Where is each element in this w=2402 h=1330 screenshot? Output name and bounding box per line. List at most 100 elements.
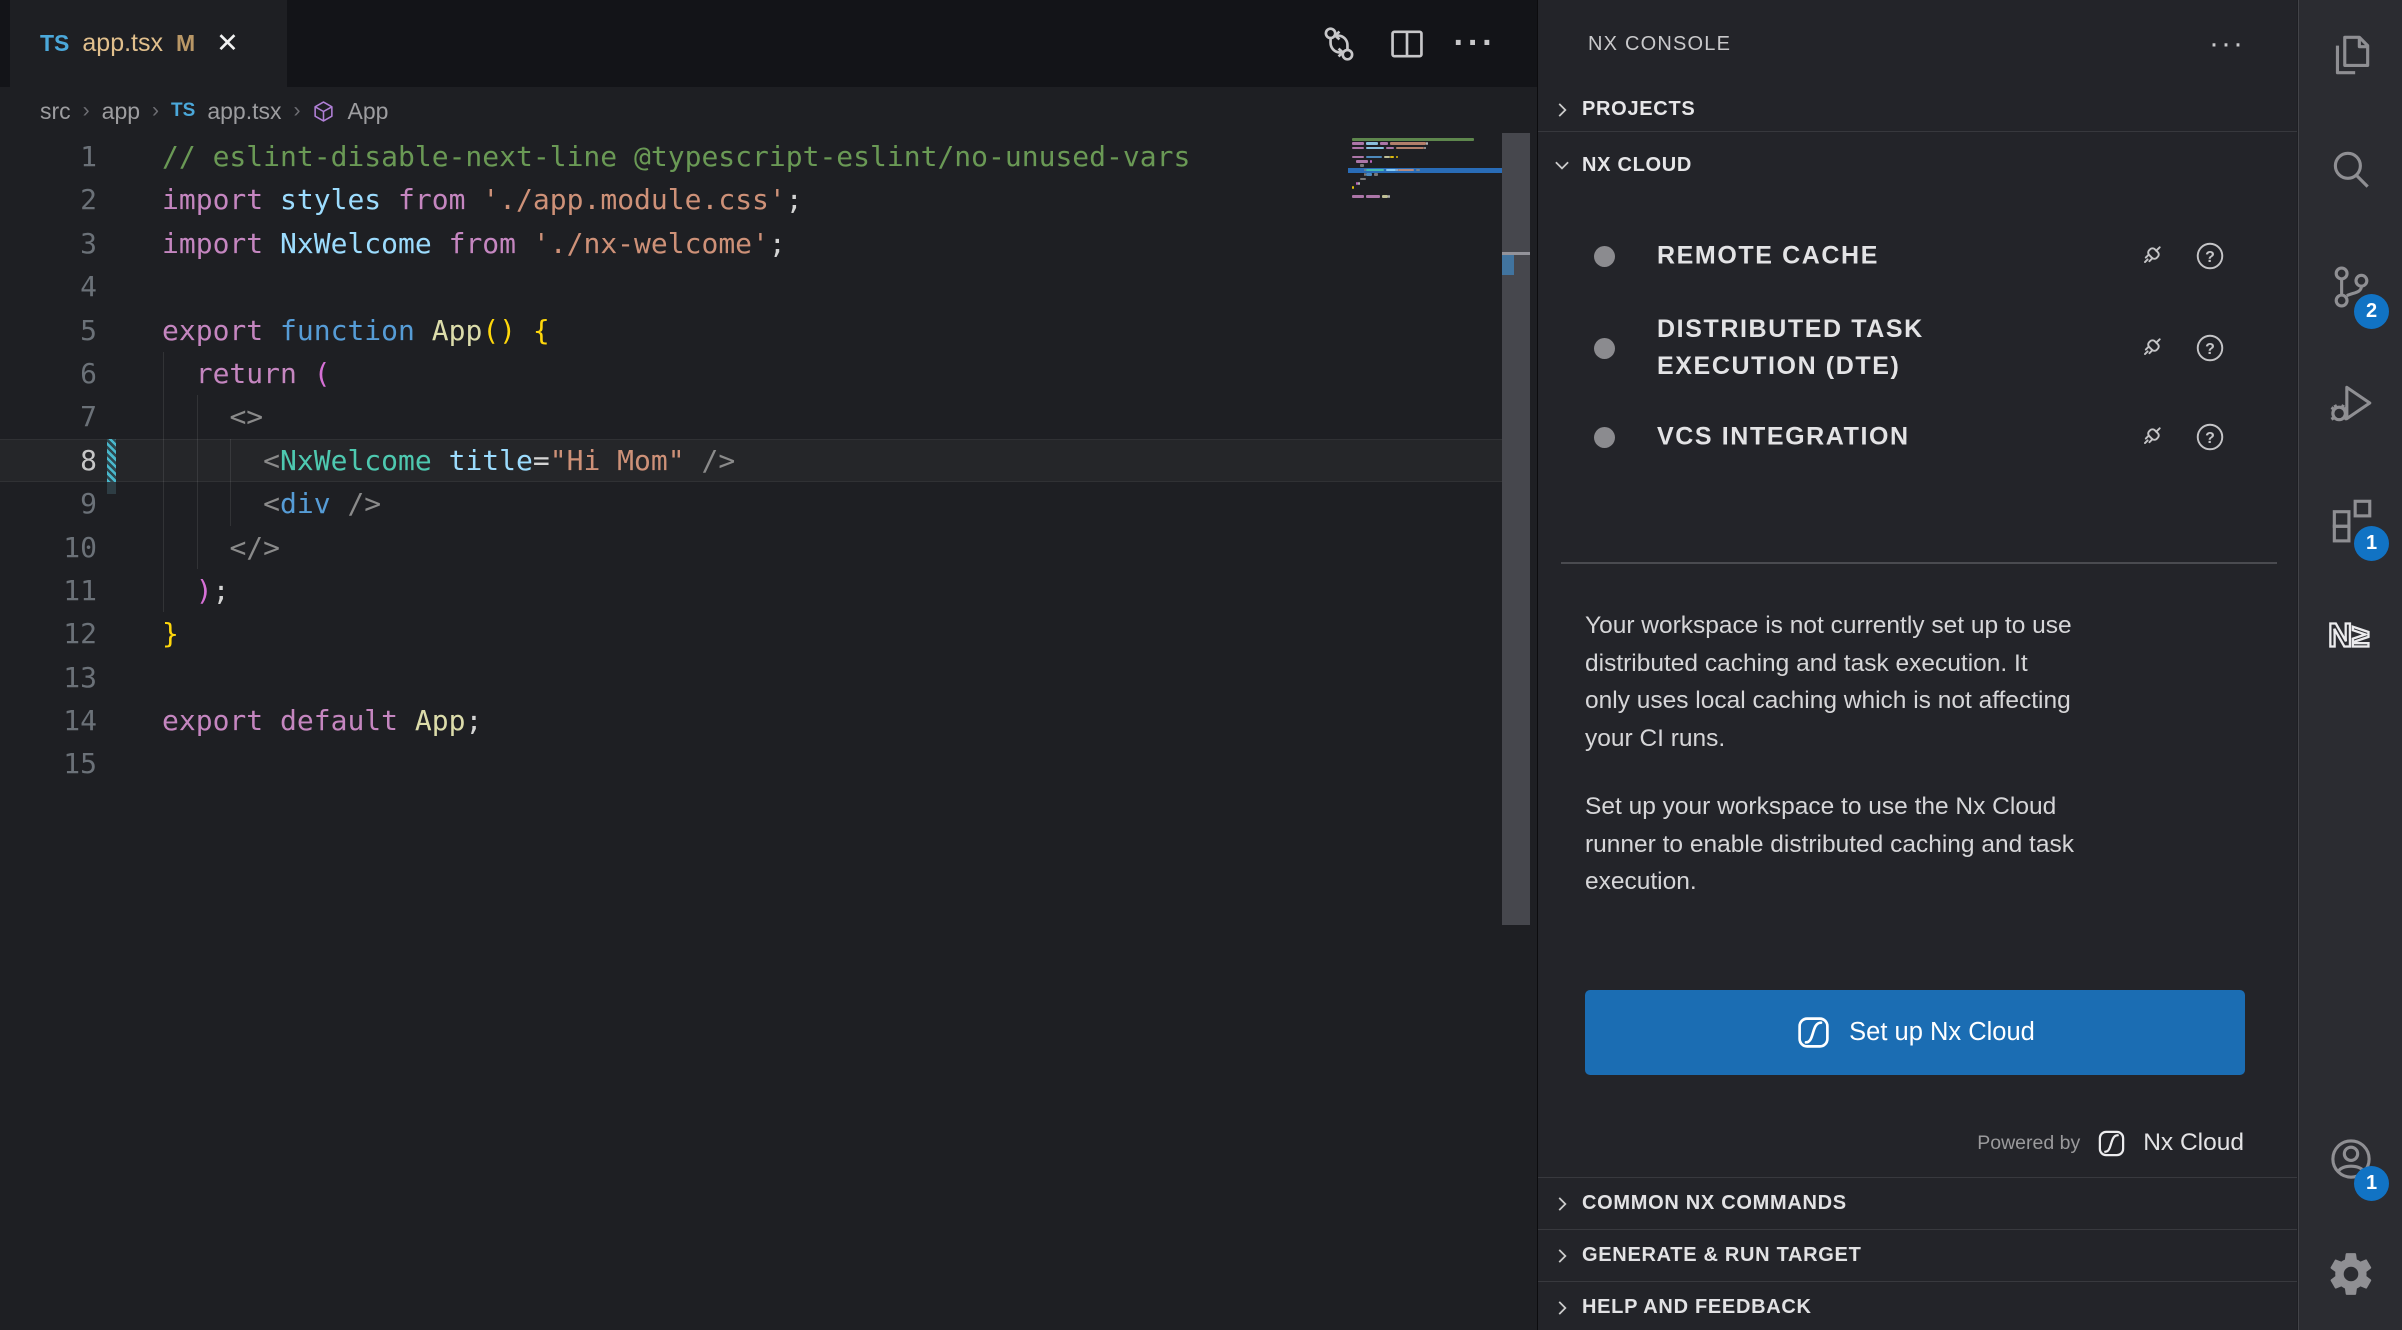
breadcrumb-separator: › — [152, 99, 159, 123]
section-help-and-feedback[interactable]: HELP AND FEEDBACK — [1538, 1281, 2297, 1330]
chevron-down-icon — [1552, 155, 1572, 175]
code-line[interactable]: 2 import styles from './app.module.css'; — [0, 178, 1502, 221]
connect-icon[interactable] — [2135, 240, 2167, 272]
powered-by-nx-cloud[interactable]: Powered by Nx Cloud — [1977, 1122, 2244, 1164]
nx-cloud-logo-icon — [2096, 1128, 2127, 1159]
line-number[interactable]: 13 — [0, 656, 97, 699]
code-text: // eslint-disable-next-line @typescript-… — [162, 135, 1190, 178]
breadcrumb-file[interactable]: app.tsx — [207, 98, 281, 125]
line-number[interactable]: 14 — [0, 699, 97, 742]
split-editor-icon[interactable] — [1385, 22, 1429, 66]
more-actions-icon[interactable]: ··· — [1453, 22, 1497, 66]
connect-icon[interactable] — [2135, 332, 2167, 364]
code-line[interactable]: 7 <> — [0, 395, 1502, 438]
workspace-status-text: Your workspace is not currently set up t… — [1585, 607, 2265, 757]
breadcrumb-symbol[interactable]: App — [347, 98, 388, 125]
line-number[interactable]: 15 — [0, 742, 97, 785]
code-text: <> — [162, 395, 263, 438]
section-projects[interactable]: PROJECTS — [1538, 88, 2297, 132]
line-number[interactable]: 3 — [0, 222, 97, 265]
code-line[interactable]: 13 — [0, 656, 1502, 699]
code-line[interactable]: 15 — [0, 742, 1502, 785]
nx-console-icon[interactable]: N≥ — [2299, 580, 2402, 690]
code-line[interactable]: 3import NxWelcome from './nx-welcome'; — [0, 222, 1502, 265]
section-common-nx-commands[interactable]: COMMON NX COMMANDS — [1538, 1177, 2297, 1229]
line-number[interactable]: 2 — [0, 178, 97, 221]
run-debug-icon[interactable] — [2299, 348, 2402, 458]
code-text: return ( — [162, 352, 331, 395]
extensions-icon[interactable]: 1 — [2299, 464, 2402, 574]
description-line: Set up your workspace to use the Nx Clou… — [1585, 788, 2265, 826]
code-text: </> — [162, 526, 280, 569]
breadcrumb-app[interactable]: app — [102, 98, 140, 125]
code-text: export default App; — [162, 699, 482, 742]
code-line[interactable]: 10 </> — [0, 526, 1502, 569]
code-line[interactable]: 4 — [0, 265, 1502, 308]
source-control-icon[interactable]: 2 — [2299, 232, 2402, 342]
code-editor[interactable]: 1 // eslint-disable-next-line @typescript… — [0, 135, 1537, 1330]
tab-close-icon[interactable]: ✕ — [216, 30, 239, 57]
svg-text:≥: ≥ — [2352, 618, 2369, 653]
line-number[interactable]: 9 — [0, 482, 97, 525]
section-nx-cloud[interactable]: NX CLOUD — [1538, 133, 2297, 197]
indent-guide — [197, 395, 198, 569]
connect-icon[interactable] — [2135, 421, 2167, 453]
open-changes-icon[interactable] — [1317, 22, 1361, 66]
line-number[interactable]: 6 — [0, 352, 97, 395]
code-text: } — [162, 612, 179, 655]
nx-console-panel: NX CONSOLE ··· PROJECTS NX CLOUD REMOTE … — [1537, 0, 2297, 1330]
line-number[interactable]: 1 — [0, 135, 97, 178]
setup-suggestion-text: Set up your workspace to use the Nx Clou… — [1585, 788, 2265, 901]
tab-filename: app.tsx — [82, 29, 163, 58]
panel-more-actions-icon[interactable]: ··· — [2209, 38, 2245, 50]
section-generate-run-target[interactable]: GENERATE & RUN TARGET — [1538, 1229, 2297, 1281]
help-icon[interactable]: ? — [2194, 240, 2226, 272]
description-line: your CI runs. — [1585, 720, 2265, 758]
editor-actions: ··· — [1317, 0, 1497, 87]
settings-icon[interactable] — [2299, 1219, 2402, 1329]
code-line[interactable]: 6 return ( — [0, 352, 1502, 395]
chevron-right-icon — [1552, 100, 1572, 120]
help-icon[interactable]: ? — [2194, 421, 2226, 453]
line-number[interactable]: 11 — [0, 569, 97, 612]
panel-divider — [1561, 562, 2277, 564]
indent-guide — [163, 352, 164, 612]
line-number[interactable]: 7 — [0, 395, 97, 438]
badge-count: 1 — [2354, 1166, 2389, 1201]
minimap[interactable] — [1348, 136, 1502, 236]
description-line: distributed caching and task execution. … — [1585, 645, 2265, 683]
vscode-window: TS app.tsx M ✕ ··· src › — [0, 0, 2402, 1330]
line-number[interactable]: 5 — [0, 309, 97, 352]
setup-nx-cloud-button[interactable]: Set up Nx Cloud — [1585, 990, 2245, 1075]
status-bullet-icon — [1594, 427, 1615, 448]
code-text: import styles from './app.module.css'; — [162, 178, 803, 221]
tab-app-tsx[interactable]: TS app.tsx M ✕ — [10, 0, 287, 87]
code-line[interactable]: 14 export default App; — [0, 699, 1502, 742]
search-icon[interactable] — [2299, 116, 2402, 226]
description-line: execution. — [1585, 863, 2265, 901]
nx-cloud-item-vcs-integration: VCS INTEGRATION? — [1538, 407, 2297, 467]
typescript-file-icon: TS — [40, 30, 69, 57]
overview-modified-marker — [1502, 255, 1514, 275]
code-line[interactable]: 11 ); — [0, 569, 1502, 612]
line-number[interactable]: 4 — [0, 265, 97, 308]
breadcrumb-separator: › — [83, 99, 90, 123]
nx-cloud-logo-icon — [1795, 1014, 1832, 1051]
code-line[interactable]: 1 // eslint-disable-next-line @typescript… — [0, 135, 1502, 178]
breadcrumb-src[interactable]: src — [40, 98, 71, 125]
description-line: runner to enable distributed caching and… — [1585, 826, 2265, 864]
line-number[interactable]: 8 — [0, 439, 97, 482]
editor-scrollbar[interactable] — [1502, 133, 1530, 925]
line-number[interactable]: 10 — [0, 526, 97, 569]
code-line[interactable]: 8 <NxWelcome title="Hi Mom" /> — [0, 439, 1502, 482]
description-line: only uses local caching which is not aff… — [1585, 682, 2265, 720]
accounts-icon[interactable]: 1 — [2299, 1104, 2402, 1214]
help-icon[interactable]: ? — [2194, 332, 2226, 364]
code-line[interactable]: 9 <div /> — [0, 482, 1502, 525]
code-line[interactable]: 12} — [0, 612, 1502, 655]
explorer-icon[interactable] — [2299, 0, 2402, 110]
code-line[interactable]: 5export function App() { — [0, 309, 1502, 352]
line-number[interactable]: 12 — [0, 612, 97, 655]
code-text: <div /> — [162, 482, 381, 525]
nx-cloud-item-label: VCS INTEGRATION — [1657, 419, 1910, 456]
